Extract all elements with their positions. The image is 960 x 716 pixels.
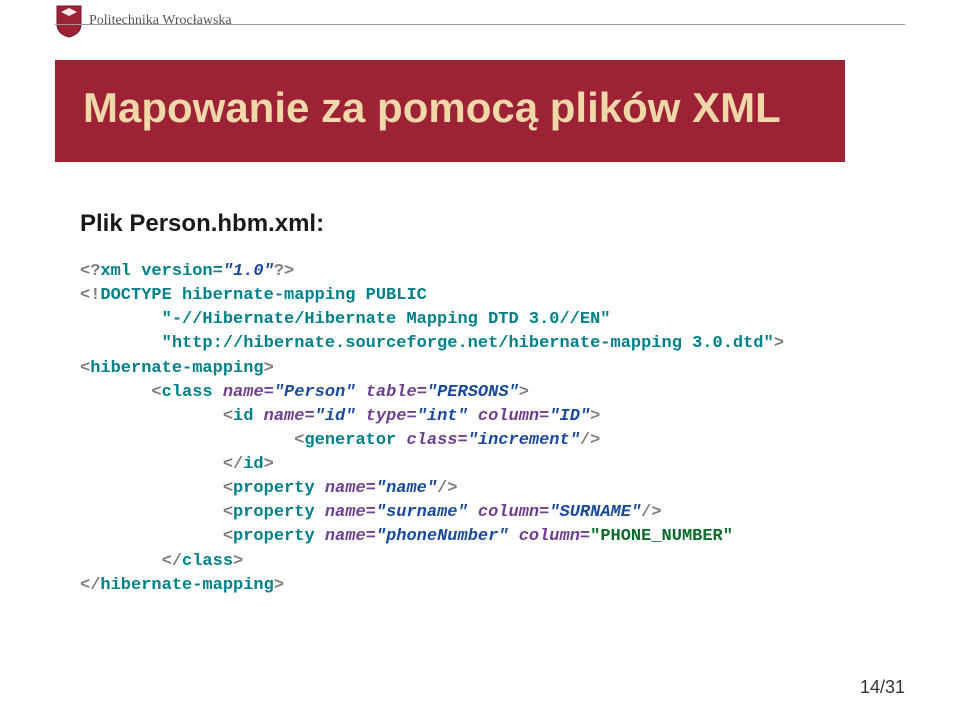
code-token: "-//Hibernate/Hibernate Mapping DTD 3.0/… (80, 310, 611, 329)
code-token: class (162, 383, 223, 402)
code-token: type= (366, 407, 417, 426)
code-token: < (80, 359, 90, 378)
code-token: /> (437, 479, 457, 498)
code-token: "surname" (376, 503, 478, 522)
code-token: < (80, 407, 233, 426)
code-token: < (80, 503, 233, 522)
content-area: Plik Person.hbm.xml: <?xml version="1.0"… (80, 210, 890, 598)
code-token: column= (478, 407, 549, 426)
header-logo-block: Politechnika Wrocławska (55, 4, 232, 38)
code-token: ?> (274, 262, 294, 281)
code-token: <! (80, 286, 100, 305)
title-banner: Mapowanie za pomocą plików XML (55, 60, 845, 162)
code-token: </ (80, 455, 243, 474)
code-token: < (80, 383, 162, 402)
code-token: "increment" (468, 431, 580, 450)
code-token: < (80, 527, 233, 546)
code-token: "ID" (549, 407, 590, 426)
code-token: name= (223, 383, 274, 402)
code-token: "PERSONS" (427, 383, 519, 402)
code-token: > (233, 552, 243, 571)
code-token: > (519, 383, 529, 402)
code-token: table= (366, 383, 427, 402)
code-token: name= (325, 503, 376, 522)
university-name: Politechnika Wrocławska (89, 13, 232, 29)
code-token: "int" (417, 407, 478, 426)
code-token: "1.0" (223, 262, 274, 281)
shield-icon (55, 4, 83, 38)
code-token: "Person" (274, 383, 366, 402)
header-divider (55, 24, 905, 25)
code-token: /> (641, 503, 661, 522)
code-token: "phoneNumber" (376, 527, 519, 546)
code-token: > (774, 334, 784, 353)
code-token: property (233, 527, 325, 546)
code-token: > (264, 455, 274, 474)
code-token: class (182, 552, 233, 571)
code-token: </ (80, 576, 100, 595)
code-token: column= (519, 527, 590, 546)
slide-title: Mapowanie za pomocą plików XML (83, 84, 817, 132)
code-token: <? (80, 262, 100, 281)
code-block: <?xml version="1.0"?> <!DOCTYPE hibernat… (80, 260, 890, 598)
code-token: name= (264, 407, 315, 426)
code-token: hibernate-mapping (100, 576, 273, 595)
code-token: "id" (315, 407, 366, 426)
code-token: /> (580, 431, 600, 450)
code-token: class= (406, 431, 467, 450)
code-token: column= (478, 503, 549, 522)
code-token: id (233, 407, 264, 426)
code-token: "http://hibernate.sourceforge.net/hibern… (80, 334, 774, 353)
code-token: > (264, 359, 274, 378)
code-token: property (233, 503, 325, 522)
code-token: </ (80, 552, 182, 571)
code-token: "SURNAME" (549, 503, 641, 522)
code-token: "name" (376, 479, 437, 498)
code-token: < (80, 431, 304, 450)
code-token: property (233, 479, 325, 498)
code-token: name= (325, 479, 376, 498)
code-token: name= (325, 527, 376, 546)
code-token: id (243, 455, 263, 474)
code-token: DOCTYPE hibernate-mapping PUBLIC (100, 286, 426, 305)
code-token: > (274, 576, 284, 595)
page-number: 14/31 (860, 677, 905, 698)
code-token: generator (304, 431, 406, 450)
code-token: < (80, 479, 233, 498)
subtitle: Plik Person.hbm.xml: (80, 210, 890, 238)
code-token: xml version= (100, 262, 222, 281)
code-token: > (590, 407, 600, 426)
code-token: "PHONE_NUMBER" (590, 527, 733, 546)
code-token: hibernate-mapping (90, 359, 263, 378)
